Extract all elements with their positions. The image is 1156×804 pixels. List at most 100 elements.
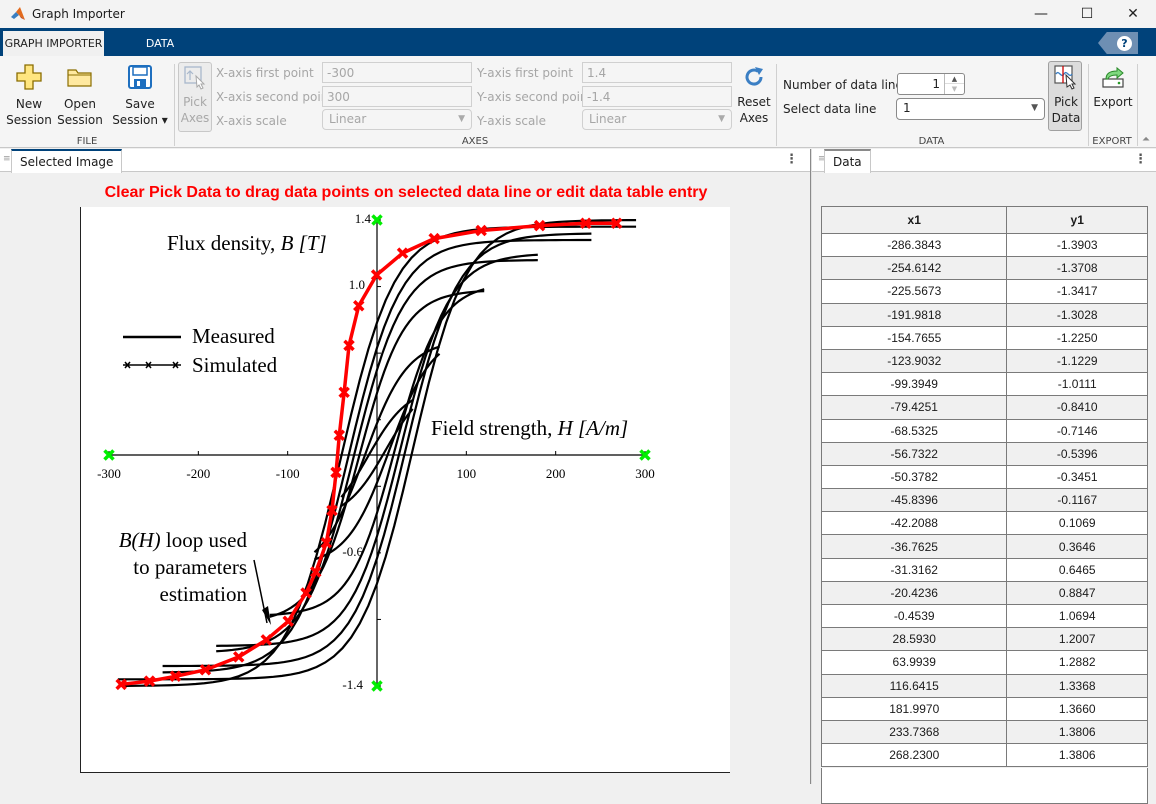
cell-x1[interactable]: 63.9939 — [820, 650, 1008, 675]
new-session-button[interactable]: New Session — [6, 62, 52, 128]
table-row[interactable]: -56.7322 -0.5396 — [820, 441, 1148, 466]
table-row[interactable]: -123.9032 -1.1229 — [820, 348, 1148, 374]
cell-x1[interactable]: -99.3949 — [820, 372, 1008, 397]
cell-x1[interactable]: 181.9970 — [820, 696, 1008, 721]
cell-y1[interactable]: -1.2250 — [1006, 325, 1148, 350]
y-axis-second-point-input[interactable] — [582, 86, 732, 107]
y-axis-first-point-input[interactable] — [582, 62, 732, 83]
cell-y1[interactable]: 0.6465 — [1006, 557, 1148, 582]
table-row[interactable]: -225.5673 -1.3417 — [820, 279, 1148, 304]
cell-y1[interactable]: -0.1167 — [1006, 488, 1148, 513]
cell-x1[interactable]: -45.8396 — [820, 488, 1008, 513]
cell-y1[interactable]: 1.3806 — [1006, 719, 1148, 745]
cell-y1[interactable]: 1.0694 — [1006, 603, 1148, 629]
table-row[interactable]: -68.5325 -0.7146 — [820, 418, 1148, 443]
graph-canvas[interactable]: Flux density, B [T] Field strength, H [A… — [81, 207, 731, 773]
table-row[interactable]: 63.9939 1.2882 — [820, 650, 1148, 675]
cell-y1[interactable]: 0.8847 — [1006, 580, 1148, 606]
table-row[interactable]: -286.3843 -1.3903 — [820, 232, 1148, 258]
spinner-up-icon[interactable]: ▲ — [945, 74, 964, 84]
cell-x1[interactable]: -31.3162 — [820, 557, 1008, 582]
cell-y1[interactable]: -0.3451 — [1006, 464, 1148, 490]
table-row[interactable]: -50.3782 -0.3451 — [820, 464, 1148, 490]
column-header-x1[interactable]: x1 — [820, 206, 1008, 234]
cell-y1[interactable]: 0.1069 — [1006, 511, 1148, 536]
tab-data[interactable]: DATA — [130, 31, 190, 56]
cell-x1[interactable]: -68.5325 — [820, 418, 1008, 443]
table-row[interactable]: 28.5930 1.2007 — [820, 627, 1148, 652]
table-row[interactable]: 116.6415 1.3368 — [820, 673, 1148, 698]
cell-y1[interactable]: 1.3806 — [1006, 743, 1148, 768]
table-row[interactable]: -0.4539 1.0694 — [820, 603, 1148, 629]
y-axis-scale-dropdown[interactable]: Linear ▼ — [582, 109, 732, 130]
x-axis-second-point-input[interactable] — [322, 86, 472, 107]
collapse-ribbon-icon[interactable]: ⏶ — [1142, 134, 1150, 145]
cell-x1[interactable]: -42.2088 — [820, 511, 1008, 536]
table-row[interactable]: -20.4236 0.8847 — [820, 580, 1148, 606]
cell-y1[interactable]: -0.7146 — [1006, 418, 1148, 443]
table-row[interactable]: -154.7655 -1.2250 — [820, 325, 1148, 350]
table-row[interactable]: 268.2300 1.3806 — [820, 743, 1148, 768]
cell-y1[interactable]: 1.2007 — [1006, 627, 1148, 652]
spinner-down-icon[interactable]: ▼ — [945, 84, 964, 94]
cell-x1[interactable]: -50.3782 — [820, 464, 1008, 490]
table-row[interactable]: -254.6142 -1.3708 — [820, 256, 1148, 281]
cell-y1[interactable]: -1.1229 — [1006, 348, 1148, 374]
cell-x1[interactable]: -286.3843 — [820, 232, 1008, 258]
cell-x1[interactable]: -0.4539 — [820, 603, 1008, 629]
help-button[interactable]: ? — [1098, 32, 1138, 54]
open-session-button[interactable]: Open Session — [57, 62, 103, 128]
table-row[interactable]: -45.8396 -0.1167 — [820, 488, 1148, 513]
table-row[interactable]: 181.9970 1.3660 — [820, 696, 1148, 721]
cell-x1[interactable]: -154.7655 — [820, 325, 1008, 350]
drag-grip-icon[interactable]: ≡ — [3, 154, 11, 164]
tab-selected-image[interactable]: Selected Image — [11, 149, 123, 173]
cell-x1[interactable]: 268.2300 — [820, 743, 1008, 768]
x-axis-first-point-input[interactable] — [322, 62, 472, 83]
tab-graph-importer[interactable]: GRAPH IMPORTER — [3, 31, 104, 56]
cell-x1[interactable]: -20.4236 — [820, 580, 1008, 606]
export-button[interactable]: Export — [1092, 64, 1134, 110]
cell-x1[interactable]: 28.5930 — [820, 627, 1008, 652]
cell-x1[interactable]: 233.7368 — [820, 719, 1008, 745]
save-session-button[interactable]: Save Session ▾ — [112, 62, 168, 128]
cell-y1[interactable]: -0.5396 — [1006, 441, 1148, 466]
minimize-button[interactable]: — — [1018, 0, 1064, 28]
cell-y1[interactable]: -0.8410 — [1006, 395, 1148, 420]
table-row[interactable]: -191.9818 -1.3028 — [820, 302, 1148, 327]
number-of-data-lines-spinner[interactable]: 1 ▲ ▼ — [897, 73, 965, 95]
cell-y1[interactable]: -1.3417 — [1006, 279, 1148, 304]
table-row[interactable]: -99.3949 -1.0111 — [820, 372, 1148, 397]
cell-y1[interactable]: 0.3646 — [1006, 534, 1148, 559]
cell-x1[interactable]: -191.9818 — [820, 302, 1008, 327]
data-table[interactable]: x1 y1 -286.3843 -1.3903 -254.6142 -1.3708 -2… — [820, 206, 1148, 768]
column-header-y1[interactable]: y1 — [1006, 206, 1148, 234]
cell-x1[interactable]: -56.7322 — [820, 441, 1008, 466]
cell-y1[interactable]: -1.3028 — [1006, 302, 1148, 327]
reset-axes-button[interactable]: Reset Axes — [736, 64, 772, 126]
cell-x1[interactable]: 116.6415 — [820, 673, 1008, 698]
cell-x1[interactable]: -36.7625 — [820, 534, 1008, 559]
panel-menu-icon[interactable]: ⋮ — [1134, 152, 1147, 167]
cell-x1[interactable]: -254.6142 — [820, 256, 1008, 281]
cell-x1[interactable]: -79.4251 — [820, 395, 1008, 420]
x-axis-scale-dropdown[interactable]: Linear ▼ — [322, 109, 472, 130]
cell-x1[interactable]: -225.5673 — [820, 279, 1008, 304]
imported-graph-image[interactable]: Flux density, B [T] Field strength, H [A… — [80, 207, 730, 773]
select-data-line-dropdown[interactable]: 1 ▼ — [896, 98, 1045, 120]
cell-y1[interactable]: 1.3660 — [1006, 696, 1148, 721]
cell-y1[interactable]: -1.3903 — [1006, 232, 1148, 258]
close-button[interactable]: ✕ — [1110, 0, 1156, 28]
cell-y1[interactable]: 1.2882 — [1006, 650, 1148, 675]
table-row[interactable]: -31.3162 0.6465 — [820, 557, 1148, 582]
panel-menu-icon[interactable]: ⋮ — [785, 152, 798, 167]
table-row[interactable]: 233.7368 1.3806 — [820, 719, 1148, 745]
table-row[interactable]: -36.7625 0.3646 — [820, 534, 1148, 559]
cell-y1[interactable]: -1.0111 — [1006, 372, 1148, 397]
table-row[interactable]: -79.4251 -0.8410 — [820, 395, 1148, 420]
tab-data-panel[interactable]: Data — [824, 149, 871, 173]
cell-x1[interactable]: -123.9032 — [820, 348, 1008, 374]
table-row[interactable]: -42.2088 0.1069 — [820, 511, 1148, 536]
maximize-button[interactable]: ☐ — [1064, 0, 1110, 28]
cell-y1[interactable]: 1.3368 — [1006, 673, 1148, 698]
